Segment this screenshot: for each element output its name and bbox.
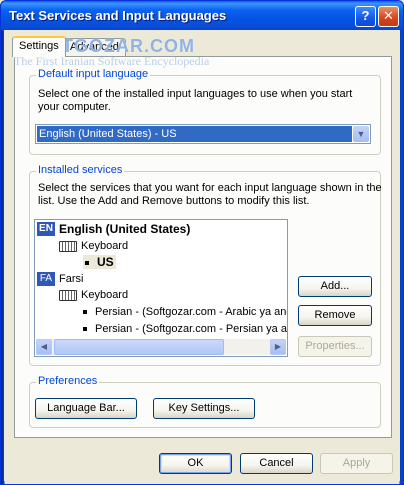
- fa-flag-icon: FA: [37, 272, 55, 286]
- default-input-language-title: Default input language: [36, 68, 151, 80]
- installed-services-description: Select the services that you want for ea…: [38, 182, 382, 207]
- tree-category-keyboard-fa-label: Keyboard: [81, 289, 129, 301]
- remove-button[interactable]: Remove: [298, 305, 372, 326]
- tree-horizontal-scrollbar[interactable]: ◀ ▶: [36, 339, 286, 355]
- tab-settings[interactable]: Settings: [12, 36, 66, 57]
- tree-language-farsi-label: Farsi: [59, 273, 84, 285]
- tree-layout-persian-persian-ya-label: Persian - (Softgozar.com - Persian ya an…: [95, 323, 288, 335]
- tree-layout-persian-arabic-ya[interactable]: Persian - (Softgozar.com - Arabic ya and: [83, 305, 288, 319]
- tree-layout-persian-persian-ya[interactable]: Persian - (Softgozar.com - Persian ya an…: [83, 322, 288, 336]
- add-button[interactable]: Add...: [298, 276, 372, 297]
- default-input-language-description: Select one of the installed input langua…: [38, 88, 353, 113]
- tree-language-english-label: English (United States): [59, 222, 191, 236]
- installed-services-tree[interactable]: EN English (United States) Keyboard US FA…: [34, 219, 288, 357]
- scroll-left-icon[interactable]: ◀: [36, 339, 52, 355]
- tree-language-english[interactable]: EN English (United States): [37, 222, 190, 236]
- title-bar[interactable]: Text Services and Input Languages ? ✕: [1, 1, 403, 31]
- properties-button[interactable]: Properties...: [298, 336, 372, 357]
- key-settings-button[interactable]: Key Settings...: [153, 398, 255, 419]
- tree-language-farsi[interactable]: FA Farsi: [37, 272, 83, 286]
- settings-tab-panel: Default input language Select one of the…: [14, 56, 392, 438]
- keyboard-icon: [59, 240, 77, 252]
- ok-button[interactable]: OK: [159, 453, 232, 474]
- preferences-title: Preferences: [36, 375, 100, 387]
- en-flag-icon: EN: [37, 222, 55, 236]
- tree-category-keyboard-fa[interactable]: Keyboard: [59, 288, 128, 302]
- tree-layout-us-label: US: [97, 255, 114, 269]
- tree-layout-us[interactable]: US: [83, 255, 116, 269]
- chevron-down-icon[interactable]: ▼: [353, 126, 369, 142]
- bullet-icon: [83, 310, 87, 315]
- default-input-language-group: Default input language Select one of the…: [29, 68, 381, 155]
- keyboard-icon: [59, 289, 77, 301]
- help-button[interactable]: ?: [355, 6, 376, 27]
- tree-layout-persian-arabic-ya-label: Persian - (Softgozar.com - Arabic ya and: [95, 306, 288, 318]
- scroll-thumb[interactable]: [54, 339, 224, 355]
- default-language-dropdown[interactable]: English (United States) - US ▼: [35, 124, 371, 144]
- installed-services-title: Installed services: [36, 164, 125, 176]
- close-button[interactable]: ✕: [378, 6, 399, 27]
- language-bar-button[interactable]: Language Bar...: [35, 398, 137, 419]
- apply-button[interactable]: Apply: [320, 453, 393, 474]
- installed-services-group: Installed services Select the services t…: [29, 164, 382, 366]
- tree-category-keyboard-en[interactable]: Keyboard: [59, 239, 128, 253]
- bullet-icon: [83, 327, 87, 332]
- tree-category-keyboard-en-label: Keyboard: [81, 240, 129, 252]
- bullet-icon: [85, 260, 89, 265]
- default-language-value: English (United States) - US: [37, 126, 352, 142]
- scroll-right-icon[interactable]: ▶: [270, 339, 286, 355]
- preferences-group: Preferences Language Bar... Key Settings…: [29, 375, 381, 428]
- cancel-button[interactable]: Cancel: [240, 453, 313, 474]
- window-title: Text Services and Input Languages: [9, 8, 227, 23]
